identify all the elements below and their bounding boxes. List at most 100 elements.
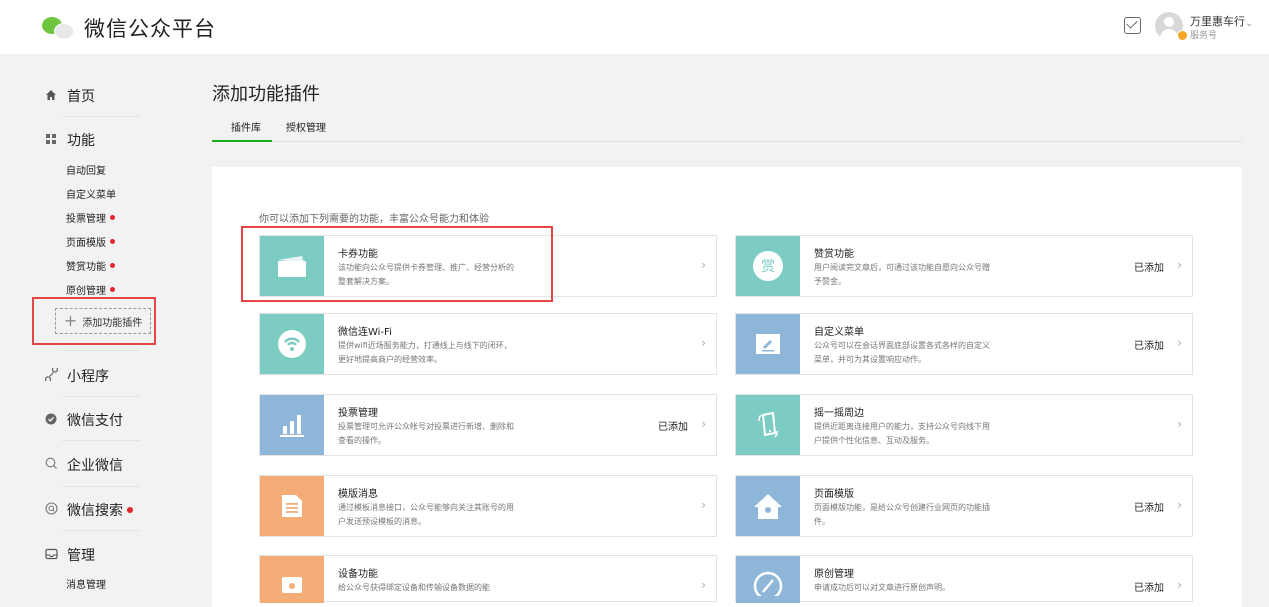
sidebar-sub-item-original[interactable]: 原创管理 — [66, 282, 115, 297]
logo[interactable]: 微信公众平台 — [40, 13, 216, 43]
plugin-card-shake[interactable]: 摇一摇周边 提供近距离连接用户的能力，支持公众号向线下用户提供个性化信息、互动及… — [735, 394, 1193, 456]
red-dot-icon — [110, 287, 115, 292]
card-status: 已添加 — [1134, 341, 1164, 352]
sidebar-item-label: 微信搜索 — [67, 503, 123, 519]
divider — [62, 440, 140, 441]
reward-icon: 赏 — [736, 236, 800, 296]
tab-active-indicator — [212, 140, 272, 142]
divider — [62, 530, 140, 531]
plugin-card-device[interactable]: 设备功能 给公众号获得绑定设备和传输设备数据的能 › — [259, 555, 717, 603]
verified-badge-icon — [1177, 30, 1188, 41]
card-status: 已添加 — [1134, 263, 1164, 274]
sidebar-item-label: 微信支付 — [67, 413, 123, 429]
sidebar-item-home[interactable]: 首页 — [44, 86, 95, 106]
red-dot-icon — [110, 239, 115, 244]
logo-text: 微信公众平台 — [84, 17, 216, 41]
sidebar-sub-item-reward[interactable]: 赞赏功能 — [66, 258, 115, 273]
card-description: 投票管理可允许公众帐号对投票进行新增、删除和查看的操作。 — [338, 422, 514, 445]
sidebar-sub-item-label: 消息管理 — [66, 580, 106, 591]
original-icon — [736, 556, 800, 603]
chart-icon — [260, 395, 324, 455]
plugin-card-reward[interactable]: 赏 赞赏功能 用户阅读完文章后，可通过该功能自愿向公众号赠予赞金。 已添加 › — [735, 235, 1193, 297]
chevron-right-icon: › — [701, 258, 706, 272]
sidebar-sub-item-auto-reply[interactable]: 自动回复 — [66, 162, 106, 177]
chevron-right-icon: › — [1177, 258, 1182, 272]
sidebar-item-label: 企业微信 — [67, 458, 123, 474]
mail-icon[interactable] — [1124, 17, 1141, 34]
plugin-card-custom-menu[interactable]: 自定义菜单 公众号可以在会话界面底部设置各式各样的自定义菜单，并可为其设置响应动… — [735, 313, 1193, 375]
card-title: 微信连Wi-Fi — [338, 327, 392, 338]
grid-icon — [44, 133, 58, 148]
home-icon — [736, 476, 800, 536]
edit-icon — [736, 314, 800, 374]
divider — [62, 116, 140, 117]
reward-glyph: 赏 — [753, 251, 783, 281]
plugin-card-template-message[interactable]: 模版消息 通过模板消息接口，公众号能够向关注其账号的用户发送预设模板的消息。 › — [259, 475, 717, 537]
intro-text: 你可以添加下列需要的功能，丰富公众号能力和体验 — [259, 214, 489, 225]
shake-icon — [736, 395, 800, 455]
sidebar-sub-item-label: 原创管理 — [66, 286, 106, 297]
account-type: 服务号 — [1190, 31, 1218, 41]
sidebar-item-manage[interactable]: 管理 — [44, 545, 95, 565]
sidebar-sub-item-label: 赞赏功能 — [66, 262, 106, 273]
card-status: 已添加 — [1134, 503, 1164, 514]
sidebar-item-functions[interactable]: 功能 — [44, 130, 95, 150]
add-plugin-button[interactable]: + 添加功能插件 — [55, 308, 151, 334]
sidebar-sub-item-page-template[interactable]: 页面模版 — [66, 234, 115, 249]
plugin-card-original[interactable]: 原创管理 申请成功后可以对文章进行原创声明。 已添加 › — [735, 555, 1193, 603]
card-description: 给公众号获得绑定设备和传输设备数据的能 — [338, 583, 490, 592]
card-description: 提供近距离连接用户的能力，支持公众号向线下用户提供个性化信息、互动及服务。 — [814, 422, 990, 445]
sidebar-sub-item-messages[interactable]: 消息管理 — [66, 576, 106, 591]
device-icon — [260, 556, 324, 603]
wechat-pay-icon — [44, 413, 58, 428]
tab-authorization[interactable]: 授权管理 — [286, 119, 326, 134]
sidebar-item-label: 小程序 — [67, 369, 109, 385]
search-icon — [44, 502, 58, 518]
sidebar-item-label: 管理 — [67, 548, 95, 564]
inbox-icon — [44, 548, 58, 563]
sidebar-item-wechat-search[interactable]: 微信搜索 — [44, 500, 133, 520]
chevron-down-icon[interactable]: ⌄ — [1245, 18, 1253, 29]
add-plugin-label: 添加功能插件 — [82, 317, 143, 329]
wechat-logo-icon — [40, 15, 76, 41]
tab-divider — [212, 141, 1242, 142]
card-description: 申请成功后可以对文章进行原创声明。 — [814, 583, 950, 592]
red-dot-icon — [110, 215, 115, 220]
divider — [62, 396, 140, 397]
chevron-right-icon: › — [701, 336, 706, 350]
plugin-card-page-template[interactable]: 页面模版 页面模版功能，是给公众号创建行业网页的功能插件。 已添加 › — [735, 475, 1193, 537]
plugin-card-vote[interactable]: 投票管理 投票管理可允许公众帐号对投票进行新增、删除和查看的操作。 已添加 › — [259, 394, 717, 456]
card-title: 原创管理 — [814, 569, 854, 580]
card-description: 公众号可以在会话界面底部设置各式各样的自定义菜单，并可为其设置响应动作。 — [814, 341, 990, 364]
sidebar-sub-item-vote[interactable]: 投票管理 — [66, 210, 115, 225]
chevron-right-icon: › — [1177, 417, 1182, 431]
card-description: 提供wifi近场服务能力，打通线上与线下的闭环，更好地提高商户的经营效率。 — [338, 341, 512, 364]
sidebar-item-wework[interactable]: 企业微信 — [44, 455, 123, 475]
wework-icon — [44, 457, 58, 473]
chevron-right-icon: › — [701, 498, 706, 512]
chevron-right-icon: › — [701, 578, 706, 592]
card-title: 模版消息 — [338, 489, 378, 500]
card-title: 赞赏功能 — [814, 249, 854, 260]
chevron-right-icon: › — [1177, 578, 1182, 592]
account-name[interactable]: 万里惠车行 — [1190, 13, 1245, 29]
wifi-icon — [260, 314, 324, 374]
red-dot-icon — [127, 507, 133, 513]
sidebar-item-label: 功能 — [67, 133, 95, 149]
plugin-card-wifi[interactable]: 微信连Wi-Fi 提供wifi近场服务能力，打通线上与线下的闭环，更好地提高商户… — [259, 313, 717, 375]
sidebar-item-wechat-pay[interactable]: 微信支付 — [44, 410, 123, 430]
divider — [62, 486, 140, 487]
mini-program-icon — [44, 366, 58, 384]
top-bar: 微信公众平台 万里惠车行 服务号 ⌄ — [0, 0, 1269, 54]
card-title: 设备功能 — [338, 569, 378, 580]
sidebar-sub-item-label: 自定义菜单 — [66, 190, 116, 201]
sidebar-sub-item-custom-menu[interactable]: 自定义菜单 — [66, 186, 116, 201]
card-title: 自定义菜单 — [814, 327, 864, 338]
chevron-right-icon: › — [701, 417, 706, 431]
page-title: 添加功能插件 — [212, 84, 320, 105]
card-status: 已添加 — [658, 422, 688, 433]
sidebar-sub-item-label: 自动回复 — [66, 166, 106, 177]
card-description: 通过模板消息接口，公众号能够向关注其账号的用户发送预设模板的消息。 — [338, 503, 514, 526]
sidebar-item-mini-program[interactable]: 小程序 — [44, 366, 109, 386]
tab-plugin-library[interactable]: 插件库 — [231, 119, 261, 134]
